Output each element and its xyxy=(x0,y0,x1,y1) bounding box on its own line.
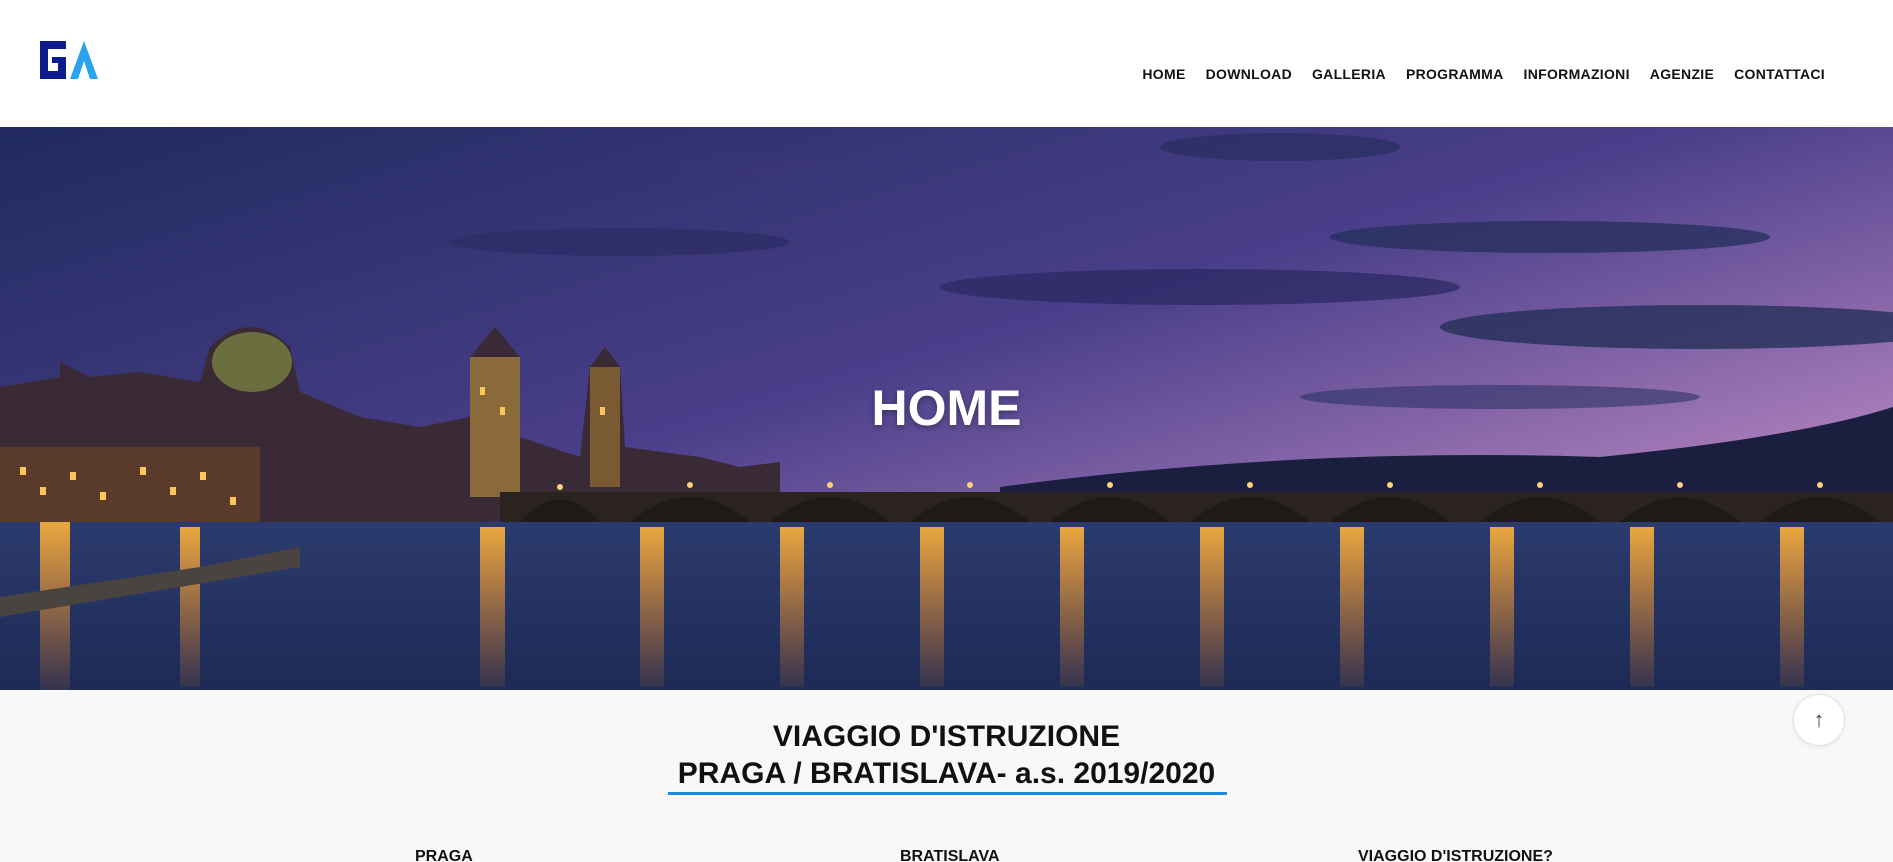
nav-informazioni[interactable]: INFORMAZIONI xyxy=(1514,66,1640,82)
intro-title-line2: PRAGA / BRATISLAVA- a.s. 2019/2020 xyxy=(677,757,1216,790)
hero-title: HOME xyxy=(871,380,1022,436)
hero-banner: HOME xyxy=(0,127,1893,690)
arrow-up-icon: ↑ xyxy=(1813,707,1825,732)
site-header: HOME DOWNLOAD GALLERIA PROGRAMMA INFORMA… xyxy=(0,0,1893,127)
column-heading-viaggio: VIAGGIO D'ISTRUZIONE? xyxy=(1358,848,1553,862)
title-underline xyxy=(668,792,1227,795)
column-heading-praga: PRAGA xyxy=(415,848,473,862)
nav-galleria[interactable]: GALLERIA xyxy=(1302,66,1396,82)
intro-section: VIAGGIO D'ISTRUZIONE PRAGA / BRATISLAVA-… xyxy=(0,690,1893,862)
ga-logo-icon[interactable] xyxy=(36,37,98,83)
nav-download[interactable]: DOWNLOAD xyxy=(1196,66,1302,82)
nav-programma[interactable]: PROGRAMMA xyxy=(1396,66,1514,82)
nav-agenzie[interactable]: AGENZIE xyxy=(1640,66,1724,82)
scroll-to-top-button[interactable]: ↑ xyxy=(1793,694,1845,746)
intro-title: VIAGGIO D'ISTRUZIONE PRAGA / BRATISLAVA-… xyxy=(0,718,1893,792)
nav-contattaci[interactable]: CONTATTACI xyxy=(1724,66,1835,82)
nav-home[interactable]: HOME xyxy=(1132,66,1195,82)
main-nav: HOME DOWNLOAD GALLERIA PROGRAMMA INFORMA… xyxy=(1132,66,1835,82)
intro-title-line1: VIAGGIO D'ISTRUZIONE xyxy=(772,720,1121,753)
column-heading-bratislava: BRATISLAVA xyxy=(900,848,1000,862)
